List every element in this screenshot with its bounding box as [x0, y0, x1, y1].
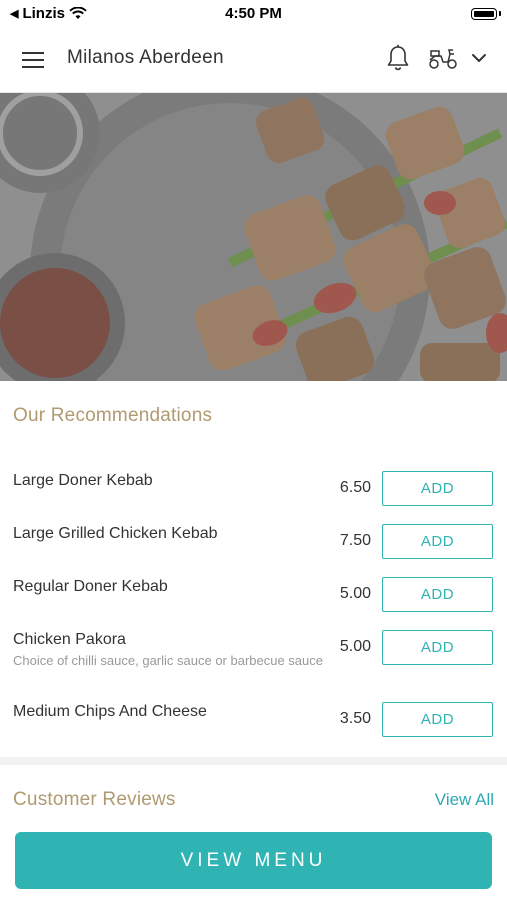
add-button[interactable]: ADD	[382, 471, 493, 506]
item-name: Regular Doner Kebab	[13, 578, 168, 595]
item-name: Large Doner Kebab	[13, 472, 153, 489]
status-bar: ◀ Linzis 4:50 PM	[0, 0, 507, 28]
hero-image	[0, 93, 507, 381]
add-button[interactable]: ADD	[382, 630, 493, 665]
kebab-photo	[0, 93, 507, 381]
chevron-down-icon[interactable]	[471, 52, 487, 64]
add-button[interactable]: ADD	[382, 524, 493, 559]
battery-icon	[471, 8, 497, 20]
item-name: Large Grilled Chicken Kebab	[13, 525, 218, 542]
view-all-link[interactable]: View All	[435, 790, 494, 810]
battery-tip	[499, 11, 501, 16]
status-time: 4:50 PM	[225, 5, 282, 22]
item-price: 7.50	[339, 532, 371, 549]
item-name: Chicken Pakora	[13, 631, 126, 648]
recommendations-title: Our Recommendations	[13, 405, 213, 426]
item-description: Choice of chilli sauce, garlic sauce or …	[13, 653, 324, 668]
hamburger-menu-icon[interactable]	[22, 50, 46, 70]
bell-icon[interactable]	[386, 44, 410, 72]
view-menu-button[interactable]: VIEW MENU	[15, 832, 492, 889]
section-divider	[0, 757, 507, 765]
page-title: Milanos Aberdeen	[67, 47, 224, 68]
item-price: 6.50	[339, 479, 371, 496]
scooter-icon[interactable]	[428, 48, 458, 70]
add-button[interactable]: ADD	[382, 702, 493, 737]
add-button[interactable]: ADD	[382, 577, 493, 612]
item-price: 3.50	[339, 710, 371, 727]
item-price: 5.00	[339, 638, 371, 655]
app-header: Milanos Aberdeen	[0, 28, 507, 93]
item-name: Medium Chips And Cheese	[13, 703, 207, 720]
reviews-title: Customer Reviews	[13, 789, 176, 810]
item-price: 5.00	[339, 585, 371, 602]
